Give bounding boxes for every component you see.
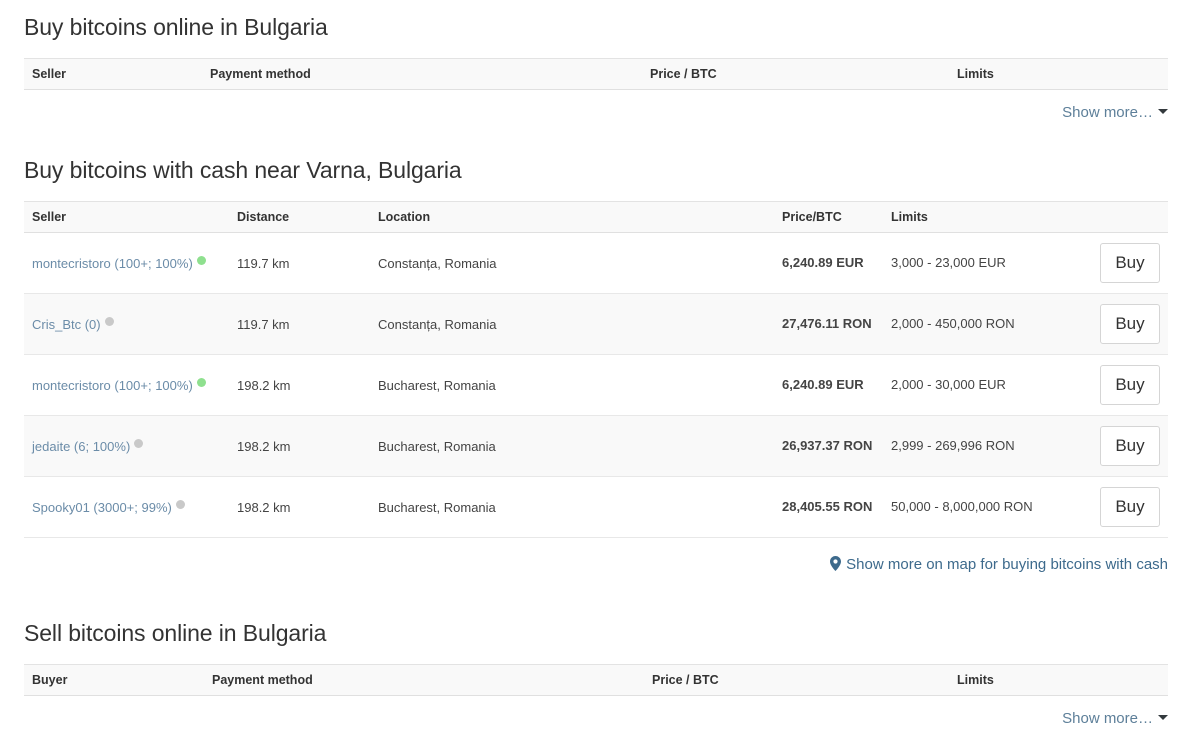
cell-location: Constanța, Romania bbox=[370, 232, 774, 294]
column-header-limits[interactable]: Limits bbox=[949, 664, 1168, 696]
table-header-row: Buyer Payment method Price / BTC Limits bbox=[24, 664, 1168, 696]
show-more-label: Show more… bbox=[1062, 104, 1153, 121]
buy-online-table: Seller Payment method Price / BTC Limits bbox=[24, 58, 1168, 90]
cell-price: 6,240.89 EUR bbox=[774, 354, 883, 416]
buy-cash-table: Seller Distance Location Price/BTC Limit… bbox=[24, 201, 1168, 538]
cell-distance: 198.2 km bbox=[229, 415, 370, 477]
page-root: Buy bitcoins online in Bulgaria Seller P… bbox=[0, 0, 1199, 744]
seller-link[interactable]: montecristoro (100+; 100%) bbox=[32, 378, 193, 393]
cell-price: 26,937.37 RON bbox=[774, 415, 883, 477]
sell-online-title: Sell bitcoins online in Bulgaria bbox=[24, 620, 327, 646]
seller-link[interactable]: montecristoro (100+; 100%) bbox=[32, 256, 193, 271]
show-more-label: Show more… bbox=[1062, 710, 1153, 727]
cell-action: Buy bbox=[1083, 415, 1168, 477]
cell-seller: montecristoro (100+; 100%) bbox=[24, 354, 229, 416]
cell-location: Constanța, Romania bbox=[370, 293, 774, 355]
buy-button[interactable]: Buy bbox=[1100, 487, 1160, 527]
cell-limits: 3,000 - 23,000 EUR bbox=[883, 232, 1083, 294]
cell-limits: 50,000 - 8,000,000 RON bbox=[883, 476, 1083, 538]
map-pin-icon bbox=[830, 556, 842, 575]
buy-online-show-more-link[interactable]: Show more… bbox=[1062, 104, 1168, 121]
table-header-row: Seller Payment method Price / BTC Limits bbox=[24, 58, 1168, 90]
cell-action: Buy bbox=[1083, 476, 1168, 538]
show-more-on-map-link[interactable]: Show more on map for buying bitcoins wit… bbox=[830, 556, 1168, 573]
buy-cash-table-body: montecristoro (100+; 100%) 119.7 km Cons… bbox=[24, 232, 1168, 538]
buy-online-section: Buy bitcoins online in Bulgaria Seller P… bbox=[0, 0, 1199, 122]
cell-seller: Cris_Btc (0) bbox=[24, 293, 229, 355]
chevron-down-icon bbox=[1158, 109, 1168, 114]
map-link-label: Show more on map for buying bitcoins wit… bbox=[846, 556, 1168, 573]
status-offline-icon bbox=[134, 438, 144, 448]
cell-action: Buy bbox=[1083, 354, 1168, 416]
seller-link[interactable]: Cris_Btc (0) bbox=[32, 317, 101, 332]
status-online-icon bbox=[196, 377, 206, 387]
table-row: Spooky01 (3000+; 99%) 198.2 km Bucharest… bbox=[24, 476, 1168, 538]
buy-button[interactable]: Buy bbox=[1100, 304, 1160, 344]
column-header-price-btc[interactable]: Price / BTC bbox=[644, 664, 949, 696]
buy-button[interactable]: Buy bbox=[1100, 243, 1160, 283]
cell-limits: 2,000 - 30,000 EUR bbox=[883, 354, 1083, 416]
cell-action: Buy bbox=[1083, 232, 1168, 294]
cell-distance: 198.2 km bbox=[229, 476, 370, 538]
column-header-buyer[interactable]: Buyer bbox=[24, 664, 204, 696]
cell-price: 28,405.55 RON bbox=[774, 476, 883, 538]
column-header-distance[interactable]: Distance bbox=[229, 201, 370, 233]
table-row: Cris_Btc (0) 119.7 km Constanța, Romania… bbox=[24, 293, 1168, 355]
sell-online-section: Sell bitcoins online in Bulgaria Buyer P… bbox=[0, 622, 1199, 728]
column-header-payment-method[interactable]: Payment method bbox=[204, 664, 644, 696]
table-row: jedaite (6; 100%) 198.2 km Bucharest, Ro… bbox=[24, 415, 1168, 477]
cell-location: Bucharest, Romania bbox=[370, 476, 774, 538]
cell-seller: montecristoro (100+; 100%) bbox=[24, 232, 229, 294]
sell-online-show-more-link[interactable]: Show more… bbox=[1062, 710, 1168, 727]
cell-seller: jedaite (6; 100%) bbox=[24, 415, 229, 477]
table-header-row: Seller Distance Location Price/BTC Limit… bbox=[24, 201, 1168, 233]
cell-seller: Spooky01 (3000+; 99%) bbox=[24, 476, 229, 538]
cell-distance: 119.7 km bbox=[229, 232, 370, 294]
cell-limits: 2,000 - 450,000 RON bbox=[883, 293, 1083, 355]
column-header-seller[interactable]: Seller bbox=[24, 201, 229, 233]
buy-cash-section: Buy bitcoins with cash near Varna, Bulga… bbox=[0, 159, 1199, 575]
buy-online-title: Buy bitcoins online in Bulgaria bbox=[24, 14, 328, 40]
column-header-payment-method[interactable]: Payment method bbox=[202, 58, 642, 90]
buy-online-show-more-row: Show more… bbox=[24, 90, 1168, 122]
buy-cash-map-link-row: Show more on map for buying bitcoins wit… bbox=[24, 538, 1168, 575]
column-header-limits[interactable]: Limits bbox=[883, 201, 1083, 233]
status-offline-icon bbox=[104, 316, 114, 326]
buy-button[interactable]: Buy bbox=[1100, 426, 1160, 466]
cell-distance: 119.7 km bbox=[229, 293, 370, 355]
cell-action: Buy bbox=[1083, 293, 1168, 355]
table-row: montecristoro (100+; 100%) 198.2 km Buch… bbox=[24, 354, 1168, 416]
buy-cash-title: Buy bitcoins with cash near Varna, Bulga… bbox=[24, 157, 462, 183]
seller-link[interactable]: Spooky01 (3000+; 99%) bbox=[32, 500, 172, 515]
cell-limits: 2,999 - 269,996 RON bbox=[883, 415, 1083, 477]
status-online-icon bbox=[196, 255, 206, 265]
cell-price: 27,476.11 RON bbox=[774, 293, 883, 355]
status-offline-icon bbox=[175, 499, 185, 509]
column-header-seller[interactable]: Seller bbox=[24, 58, 202, 90]
cell-location: Bucharest, Romania bbox=[370, 415, 774, 477]
column-header-price-btc[interactable]: Price / BTC bbox=[642, 58, 949, 90]
chevron-down-icon bbox=[1158, 715, 1168, 720]
sell-online-show-more-row: Show more… bbox=[24, 696, 1168, 728]
column-header-price-btc[interactable]: Price/BTC bbox=[774, 201, 883, 233]
sell-online-table: Buyer Payment method Price / BTC Limits bbox=[24, 664, 1168, 696]
seller-link[interactable]: jedaite (6; 100%) bbox=[32, 439, 130, 454]
cell-location: Bucharest, Romania bbox=[370, 354, 774, 416]
column-header-action bbox=[1083, 201, 1168, 233]
buy-button[interactable]: Buy bbox=[1100, 365, 1160, 405]
column-header-location[interactable]: Location bbox=[370, 201, 774, 233]
cell-distance: 198.2 km bbox=[229, 354, 370, 416]
column-header-limits[interactable]: Limits bbox=[949, 58, 1168, 90]
table-row: montecristoro (100+; 100%) 119.7 km Cons… bbox=[24, 232, 1168, 294]
cell-price: 6,240.89 EUR bbox=[774, 232, 883, 294]
